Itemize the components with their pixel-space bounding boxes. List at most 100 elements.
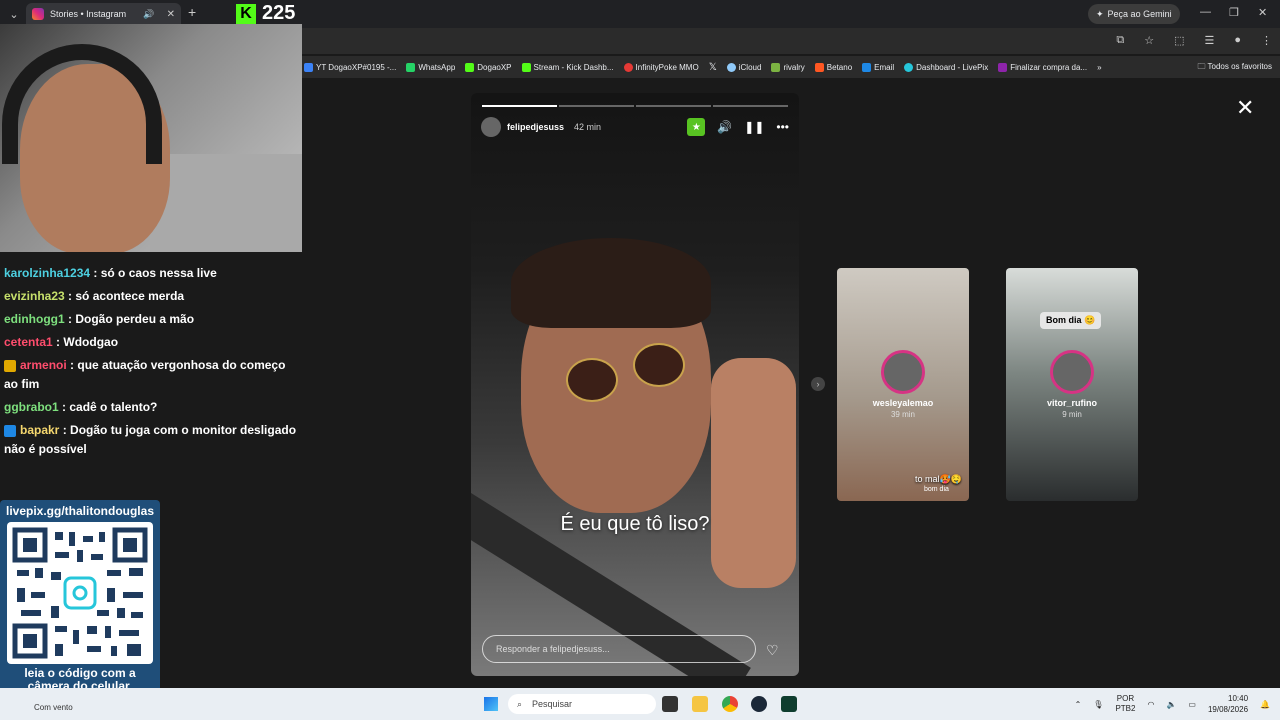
bookmark-item-x[interactable]: 𝕏 <box>709 62 717 73</box>
bookmark-item[interactable]: Betano <box>814 62 852 72</box>
bookmark-item[interactable]: Finalizar compra da... <box>998 62 1087 72</box>
story-header: felipedjesuss 42 min ★ 🔊 ❚❚ ••• <box>481 115 789 139</box>
profile-avatar[interactable]: ● <box>1234 34 1241 47</box>
maximize-button[interactable]: ❐ <box>1229 6 1239 19</box>
steam-icon[interactable] <box>751 696 767 712</box>
bookmark-item[interactable]: iCloud <box>726 62 761 72</box>
bookmarks-bar: YT DogaoXP#0195 -... WhatsApp DogaoXP St… <box>302 56 1280 78</box>
kick-icon <box>465 62 475 72</box>
address-bar-area: ⧉ ☆ ⬚ ☰ ● ⋮ <box>302 28 1280 54</box>
chrome-icon[interactable] <box>722 696 738 712</box>
cast-icon[interactable]: ⧉ <box>1116 34 1124 47</box>
window-close-button[interactable]: ✕ <box>1258 6 1267 19</box>
minimize-button[interactable]: — <box>1200 6 1211 18</box>
battery-icon[interactable]: ▭ <box>1188 700 1196 709</box>
story-preview-vitor-rufino[interactable]: Bom dia 😊 vitor_rufino 9 min <box>1006 268 1138 501</box>
preview-time: 39 min <box>890 410 915 419</box>
webcam-shirt <box>150 154 302 252</box>
kick-icon <box>521 62 531 72</box>
bookmark-favicon-icon <box>304 62 313 72</box>
taskbar-search-placeholder: Pesquisar <box>532 699 573 709</box>
new-tab-button[interactable]: + <box>188 4 196 20</box>
instagram-icon <box>32 8 44 20</box>
chat-message: edinhogg1 : Dogão perdeu a mão <box>4 312 195 326</box>
taskbar-search-input[interactable]: ⌕ Pesquisar <box>508 694 656 714</box>
extensions-icon[interactable]: ⬚ <box>1174 34 1184 47</box>
active-story[interactable]: felipedjesuss 42 min ★ 🔊 ❚❚ ••• É eu que… <box>471 93 799 676</box>
story-person-hair <box>511 238 711 328</box>
bookmark-item[interactable]: WhatsApp <box>406 62 455 72</box>
volume-icon[interactable]: 🔊 <box>717 120 732 134</box>
bookmark-item[interactable]: Dashboard - LivePix <box>904 62 988 72</box>
chat-message: ggbrabo1 : cadê o talento? <box>4 400 158 414</box>
tab-close-button[interactable]: ✕ <box>167 9 175 20</box>
stories-close-button[interactable]: ✕ <box>1236 95 1254 121</box>
taskbar-clock[interactable]: 10:40 19/08/2026 <box>1208 693 1248 715</box>
next-story-arrow-icon[interactable]: › <box>811 377 825 391</box>
language-indicator[interactable]: POR PTB2 <box>1115 694 1135 714</box>
chat-message: karolzinha1234 : só o caos nessa live <box>4 266 217 280</box>
story-preview-wesleyalemao[interactable]: wesleyalemao 39 min to mal🥵🤤 bom dia <box>837 268 969 501</box>
kick-logo-icon: K <box>236 3 256 24</box>
preview-time: 9 min <box>1062 410 1082 419</box>
whatsapp-icon <box>406 62 416 72</box>
tray-overflow-icon[interactable]: ⌃ <box>1075 700 1082 709</box>
wifi-icon[interactable]: ◠ <box>1147 700 1154 709</box>
livepix-qr-widget: livepix.gg/thalitondouglas leia o código… <box>0 500 160 702</box>
bookmark-item[interactable]: rivalry <box>771 62 805 72</box>
like-heart-icon[interactable]: ♡ <box>766 642 779 659</box>
preview-avatar <box>881 350 925 394</box>
windows-start-icon[interactable] <box>484 697 498 711</box>
story-person-hand <box>711 358 796 588</box>
more-options-icon[interactable]: ••• <box>776 120 789 134</box>
qr-url: livepix.gg/thalitondouglas <box>5 504 154 518</box>
chat-message: cetenta1 : Wdodgao <box>4 335 119 349</box>
bookmark-item[interactable]: DogaoXP <box>465 62 512 72</box>
tab-title: Stories • Instagram <box>50 9 127 19</box>
pause-icon[interactable]: ❚❚ <box>744 120 764 134</box>
microphone-icon[interactable]: 🎙 <box>1093 700 1103 709</box>
close-friends-star-icon: ★ <box>687 118 706 136</box>
file-explorer-icon[interactable] <box>692 696 708 712</box>
preview-username: vitor_rufino <box>1046 398 1097 408</box>
all-bookmarks-folder[interactable]: 🗀 Todos os favoritos <box>1197 61 1272 75</box>
bookmark-item[interactable]: InfinityPoke MMO <box>623 62 699 72</box>
notification-icon[interactable]: 🔔 <box>1260 700 1270 709</box>
cloud-icon <box>726 62 736 72</box>
weather-widget[interactable]: Com vento <box>34 703 73 712</box>
gemini-icon: ✦ <box>1096 8 1104 19</box>
qr-code-image <box>7 522 153 664</box>
chat-message: evizinha23 : só acontece merda <box>4 289 185 303</box>
preview-text-bubble: Bom dia 😊 <box>1040 312 1102 329</box>
preview-overlay-subtext: bom dia <box>924 486 949 493</box>
email-icon <box>862 62 872 72</box>
gemini-button[interactable]: ✦ Peça ao Gemini <box>1088 4 1180 24</box>
bookmark-item[interactable]: YT DogaoXP#0195 -... <box>304 62 396 72</box>
bookmark-item[interactable]: Stream - Kick Dashb... <box>521 62 614 72</box>
kick-app-icon[interactable] <box>781 696 797 712</box>
webcam-feed <box>0 24 302 252</box>
subscriber-badge-icon <box>4 359 16 372</box>
sunglasses-right <box>633 343 685 387</box>
story-progress-segment <box>559 105 634 107</box>
pokeball-icon <box>623 62 633 72</box>
livepix-icon <box>904 62 914 72</box>
sunglasses-left <box>566 358 618 402</box>
rivalry-icon <box>771 62 781 72</box>
bookmarks-overflow-button[interactable]: » <box>1097 63 1101 72</box>
menu-kebab-icon[interactable]: ⋮ <box>1261 34 1272 47</box>
browser-tab-active[interactable]: Stories • Instagram 🔊 ✕ <box>26 3 181 25</box>
speaker-icon[interactable]: 🔊 <box>143 9 154 20</box>
story-username[interactable]: felipedjesuss <box>507 122 564 132</box>
chat-message: armenoi : que atuação vergonhosa do come… <box>4 358 286 391</box>
preview-overlay-text: to mal🥵🤤 <box>915 474 962 484</box>
bookmark-item[interactable]: Email <box>862 62 894 72</box>
story-reply-input[interactable]: Responder a felipedjesuss... <box>482 635 756 663</box>
story-progress-segment <box>636 105 711 107</box>
betano-icon <box>814 62 824 72</box>
media-controls-icon[interactable]: ☰ <box>1204 34 1214 47</box>
story-avatar[interactable] <box>481 117 501 137</box>
task-view-icon[interactable] <box>662 696 678 712</box>
bookmark-star-icon[interactable]: ☆ <box>1144 34 1154 47</box>
volume-tray-icon[interactable]: 🔈 <box>1166 700 1176 709</box>
